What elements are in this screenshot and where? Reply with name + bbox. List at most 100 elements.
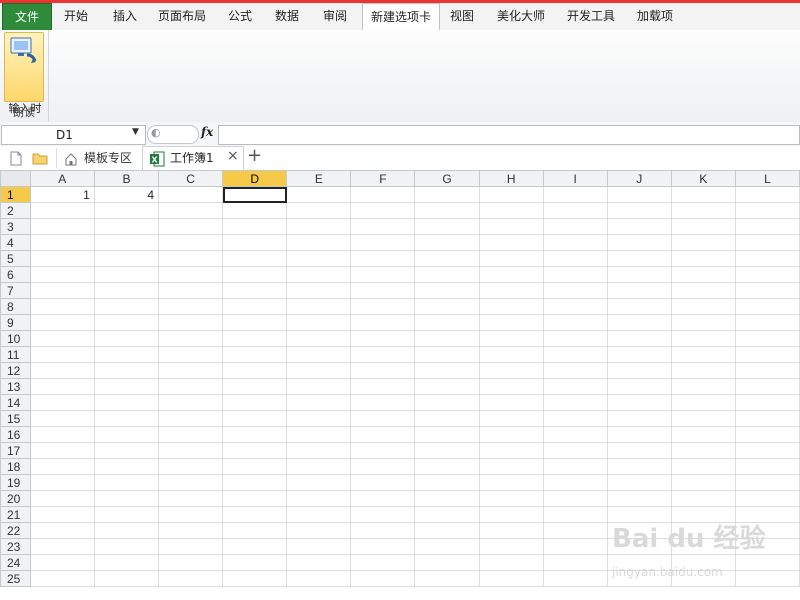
cell-e16[interactable] (286, 426, 352, 443)
cell-l8[interactable] (734, 298, 800, 315)
cell-a17[interactable] (29, 442, 95, 459)
column-header[interactable]: H (478, 170, 544, 187)
ribbon-tab[interactable]: 公式 (218, 3, 262, 30)
cell-k14[interactable] (670, 394, 736, 411)
row-header[interactable]: 22 (0, 522, 31, 539)
cell-i22[interactable] (542, 522, 608, 539)
cell-f16[interactable] (350, 426, 416, 443)
cell-g11[interactable] (414, 346, 480, 363)
cell-k5[interactable] (670, 250, 736, 267)
cell-l19[interactable] (734, 474, 800, 491)
cell-c22[interactable] (158, 522, 224, 539)
cell-k13[interactable] (670, 378, 736, 395)
cell-h20[interactable] (478, 490, 544, 507)
open-folder-icon[interactable] (32, 152, 48, 165)
cell-i15[interactable] (542, 410, 608, 427)
cell-j19[interactable] (606, 474, 672, 491)
zoom-toggle[interactable]: ◐ (147, 125, 199, 144)
cell-b7[interactable] (93, 282, 160, 299)
cell-h24[interactable] (478, 554, 544, 571)
cell-j14[interactable] (606, 394, 672, 411)
column-header[interactable]: B (93, 170, 160, 187)
cell-f11[interactable] (350, 346, 416, 363)
cell-c12[interactable] (158, 362, 224, 379)
ribbon-tab[interactable]: 视图 (440, 3, 484, 30)
row-header[interactable]: 13 (0, 378, 31, 395)
cell-b4[interactable] (93, 234, 160, 251)
cell-i8[interactable] (542, 298, 608, 315)
cell-b24[interactable] (93, 554, 160, 571)
cell-g14[interactable] (414, 394, 480, 411)
cell-d20[interactable] (222, 490, 288, 507)
cell-d21[interactable] (222, 506, 288, 523)
cell-g2[interactable] (414, 202, 480, 219)
ribbon-tab[interactable]: 加载项 (628, 3, 682, 30)
row-header[interactable]: 23 (0, 538, 31, 555)
cell-g19[interactable] (414, 474, 480, 491)
cell-f21[interactable] (350, 506, 416, 523)
cell-c14[interactable] (158, 394, 224, 411)
ribbon-tab[interactable]: 美化大师 (488, 3, 554, 30)
cell-g10[interactable] (414, 330, 480, 347)
cell-i9[interactable] (542, 314, 608, 331)
cell-b19[interactable] (93, 474, 160, 491)
cell-i12[interactable] (542, 362, 608, 379)
cell-g15[interactable] (414, 410, 480, 427)
cell-g20[interactable] (414, 490, 480, 507)
cell-b5[interactable] (93, 250, 160, 267)
row-header[interactable]: 12 (0, 362, 31, 379)
cell-i14[interactable] (542, 394, 608, 411)
cell-l1[interactable] (734, 186, 800, 203)
cell-h19[interactable] (478, 474, 544, 491)
row-header[interactable]: 5 (0, 250, 31, 267)
cell-i17[interactable] (542, 442, 608, 459)
cell-k2[interactable] (670, 202, 736, 219)
cell-k6[interactable] (670, 266, 736, 283)
cell-i25[interactable] (542, 570, 608, 587)
cell-i13[interactable] (542, 378, 608, 395)
cell-a4[interactable] (29, 234, 95, 251)
cell-i23[interactable] (542, 538, 608, 555)
cell-k15[interactable] (670, 410, 736, 427)
cell-e22[interactable] (286, 522, 352, 539)
cell-c2[interactable] (158, 202, 224, 219)
row-header[interactable]: 16 (0, 426, 31, 443)
cell-f9[interactable] (350, 314, 416, 331)
cell-h15[interactable] (478, 410, 544, 427)
cell-j4[interactable] (606, 234, 672, 251)
cell-l11[interactable] (734, 346, 800, 363)
cell-e14[interactable] (286, 394, 352, 411)
row-header[interactable]: 20 (0, 490, 31, 507)
cell-f15[interactable] (350, 410, 416, 427)
row-header[interactable]: 11 (0, 346, 31, 363)
cell-k19[interactable] (670, 474, 736, 491)
cell-k4[interactable] (670, 234, 736, 251)
cell-b22[interactable] (93, 522, 160, 539)
cell-b3[interactable] (93, 218, 160, 235)
cell-f23[interactable] (350, 538, 416, 555)
cell-a24[interactable] (29, 554, 95, 571)
cell-h13[interactable] (478, 378, 544, 395)
cell-j16[interactable] (606, 426, 672, 443)
cell-b10[interactable] (93, 330, 160, 347)
cell-k1[interactable] (670, 186, 736, 203)
cell-c21[interactable] (158, 506, 224, 523)
cell-i24[interactable] (542, 554, 608, 571)
cell-d22[interactable] (222, 522, 288, 539)
cell-a13[interactable] (29, 378, 95, 395)
cell-g25[interactable] (414, 570, 480, 587)
cell-g17[interactable] (414, 442, 480, 459)
cell-d18[interactable] (222, 458, 288, 475)
cell-a12[interactable] (29, 362, 95, 379)
cell-g3[interactable] (414, 218, 480, 235)
cell-e12[interactable] (286, 362, 352, 379)
cell-d16[interactable] (222, 426, 288, 443)
cell-c5[interactable] (158, 250, 224, 267)
cell-e2[interactable] (286, 202, 352, 219)
cell-c16[interactable] (158, 426, 224, 443)
ribbon-tab[interactable]: 审阅 (313, 3, 357, 30)
cell-l10[interactable] (734, 330, 800, 347)
cell-a3[interactable] (29, 218, 95, 235)
close-icon[interactable]: × (227, 148, 239, 164)
cell-k3[interactable] (670, 218, 736, 235)
